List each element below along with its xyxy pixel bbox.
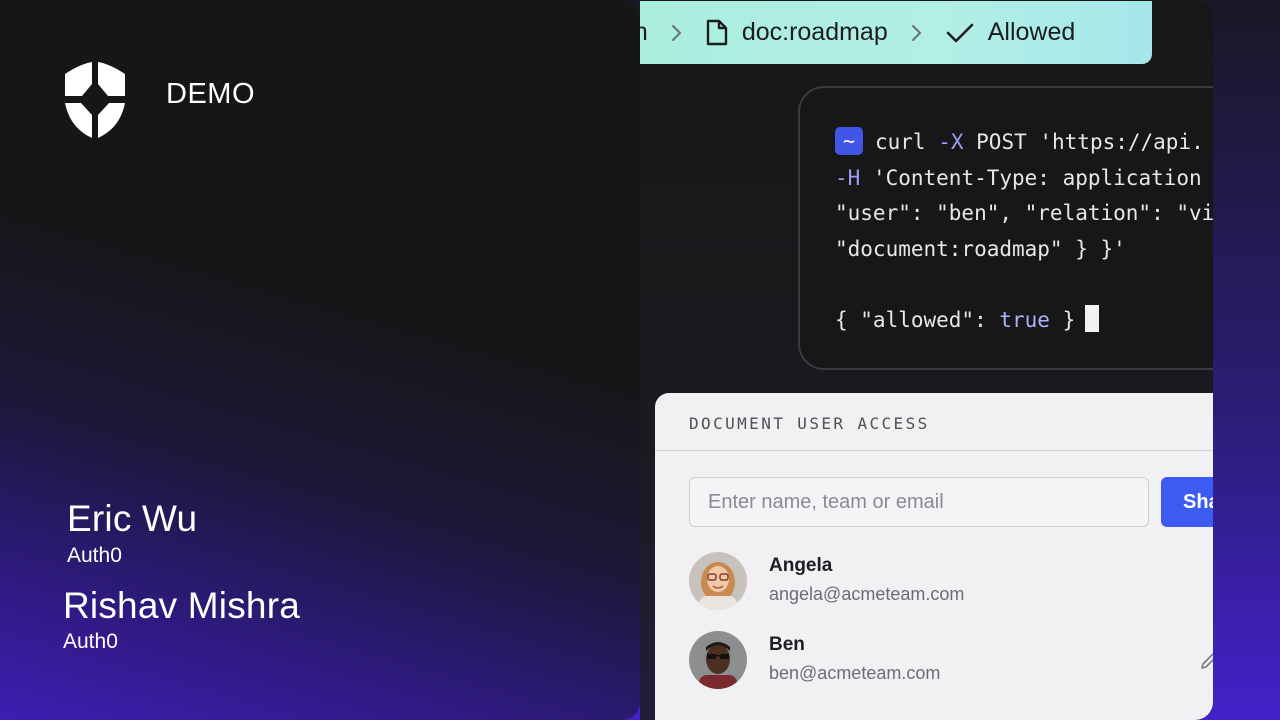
- speaker-org: Auth0: [67, 544, 122, 567]
- card-title: DOCUMENT USER ACCESS: [689, 414, 930, 433]
- breadcrumb-user[interactable]: en: [640, 18, 648, 47]
- user-name: Ben: [769, 634, 805, 655]
- user-email: angela@acmeteam.com: [769, 584, 965, 604]
- share-button[interactable]: Share: [1161, 477, 1213, 527]
- document-access-card: DOCUMENT USER ACCESS Share Angela angela…: [655, 393, 1213, 720]
- speaker-name: Rishav Mishra: [63, 585, 300, 626]
- demo-screen: en doc:roadmap Allowed ~ curl -X POST 'ht…: [640, 0, 1213, 720]
- speaker-name: Eric Wu: [67, 498, 198, 539]
- terminal-text: "user": "ben", "relation": "vi: [835, 201, 1213, 225]
- title-panel: DEMO Eric Wu Auth0 Rishav Mishra Auth0: [0, 0, 640, 720]
- terminal-window: ~ curl -X POST 'https://api. -H 'Content-…: [798, 86, 1213, 370]
- check-icon: [946, 23, 974, 42]
- avatar: [689, 631, 747, 689]
- list-item[interactable]: Angela angela@acmeteam.com: [689, 552, 1213, 612]
- chevron-right-icon: [671, 24, 682, 41]
- terminal-response-value: true: [999, 307, 1050, 332]
- list-item[interactable]: Ben ben@acmeteam.com: [689, 631, 1213, 691]
- card-divider: [655, 450, 1213, 451]
- terminal-output: ~ curl -X POST 'https://api. -H 'Content-…: [835, 125, 1213, 338]
- chevron-right-icon: [911, 24, 922, 41]
- pencil-icon[interactable]: [1199, 651, 1213, 671]
- terminal-text: 'Content-Type: application: [860, 165, 1202, 190]
- terminal-text: "document:roadmap" } }': [835, 236, 1126, 261]
- breadcrumb-document[interactable]: doc:roadmap: [706, 18, 888, 47]
- breadcrumb-result-label: Allowed: [987, 18, 1076, 46]
- prompt-badge: ~: [835, 127, 863, 155]
- avatar-woman-glasses-icon: [689, 552, 747, 610]
- user-email: ben@acmeteam.com: [769, 663, 941, 683]
- terminal-text: POST 'https://api.: [963, 130, 1204, 154]
- terminal-flag: -X: [938, 130, 964, 154]
- search-input[interactable]: [689, 477, 1149, 527]
- terminal-cursor: [1085, 304, 1100, 332]
- breadcrumb-result: Allowed: [946, 18, 1076, 47]
- user-name: Angela: [769, 555, 833, 576]
- auth0-shield-icon: [65, 62, 125, 138]
- terminal-response: { "allowed":: [835, 307, 1000, 332]
- breadcrumb-document-label: doc:roadmap: [741, 18, 888, 46]
- speaker-org: Auth0: [63, 630, 118, 653]
- breadcrumb: en doc:roadmap Allowed: [640, 1, 1152, 64]
- terminal-cmd: curl: [875, 130, 939, 154]
- avatar-man-sunglasses-icon: [689, 631, 747, 689]
- document-icon: [706, 19, 728, 46]
- demo-label: DEMO: [166, 78, 255, 110]
- avatar: [689, 552, 747, 610]
- terminal-response: }: [1049, 307, 1076, 332]
- terminal-flag: -H: [835, 165, 861, 190]
